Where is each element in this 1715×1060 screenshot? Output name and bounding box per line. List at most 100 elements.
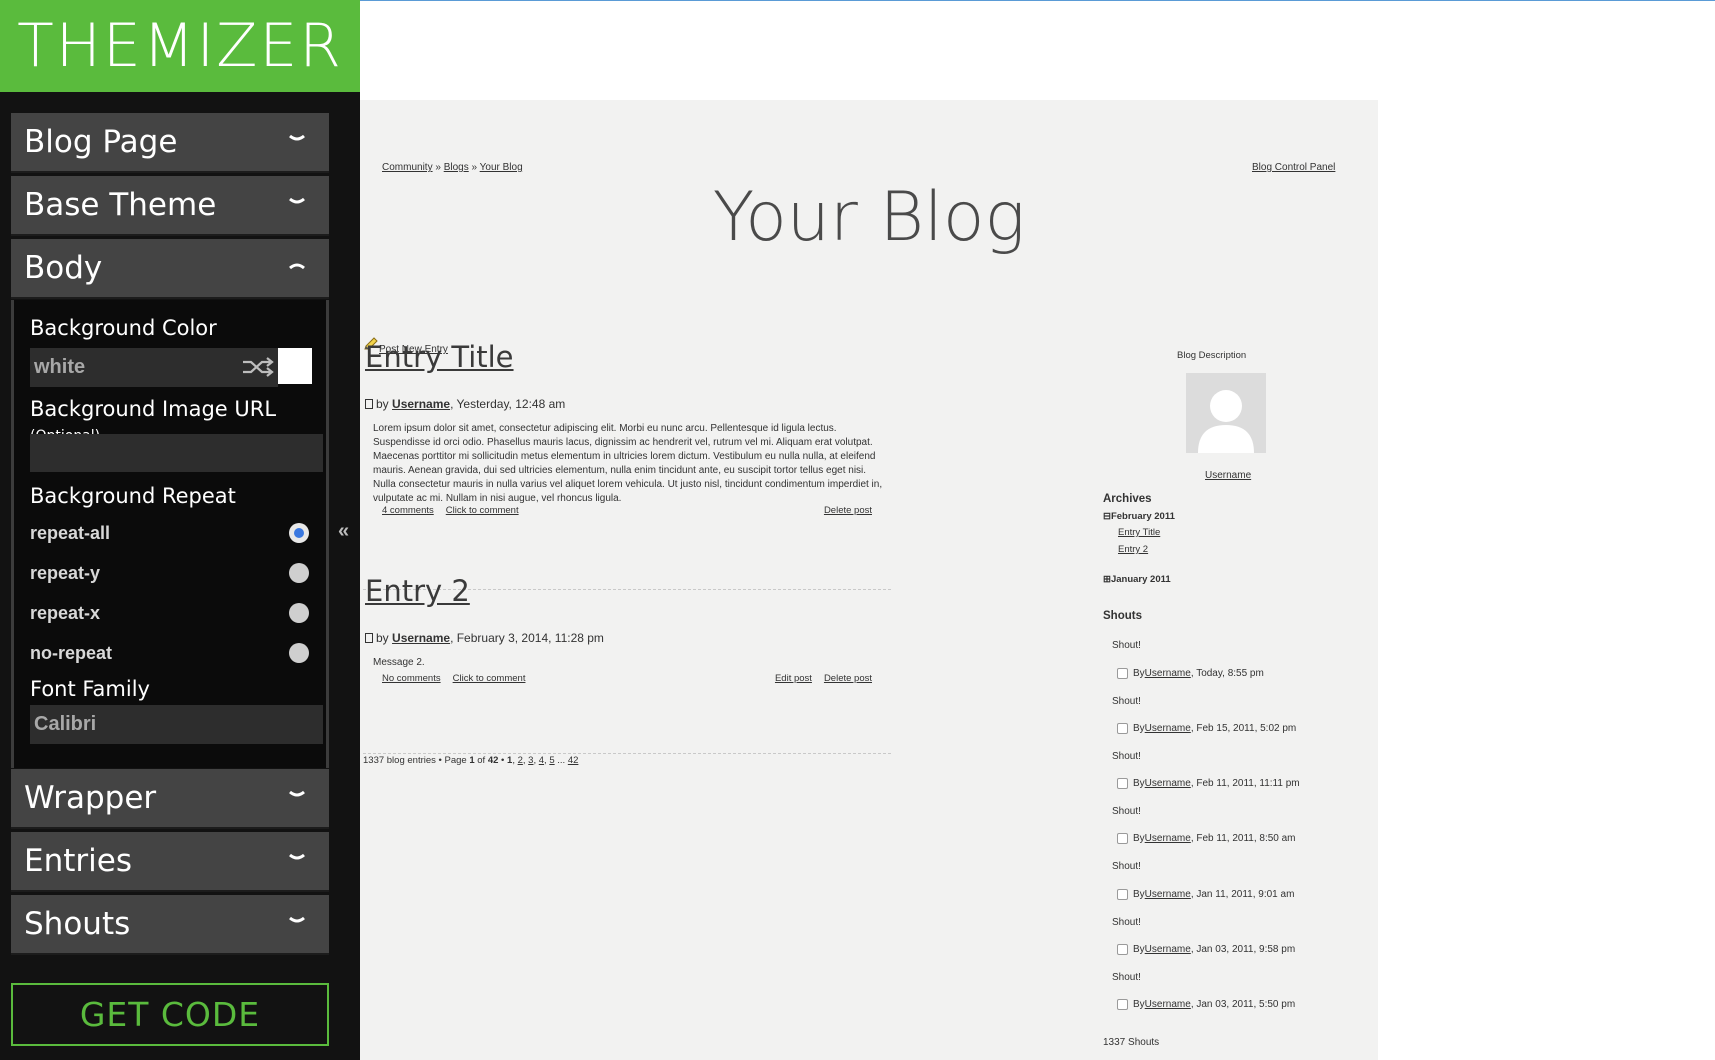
breadcrumb-blogs[interactable]: Blogs xyxy=(444,162,469,173)
shout-meta: By Username, Feb 15, 2011, 5:02 pm xyxy=(1117,723,1296,734)
pager-of: of xyxy=(474,755,488,766)
archives-heading: Archives xyxy=(1103,493,1152,505)
shout-date: , Today, 8:55 pm xyxy=(1190,668,1264,679)
section-shouts[interactable]: Shouts xyxy=(11,895,329,955)
shout-text: Shout! xyxy=(1112,806,1141,817)
shouts-heading: Shouts xyxy=(1103,610,1142,622)
shuffle-icon[interactable] xyxy=(242,357,274,383)
radio-label: repeat-all xyxy=(30,522,111,543)
author-link[interactable]: Username xyxy=(392,397,450,411)
radio-button-selected[interactable] xyxy=(289,523,309,543)
section-label: Wrapper xyxy=(24,780,157,816)
radio-button[interactable] xyxy=(289,643,309,663)
shout-checkbox[interactable] xyxy=(1117,999,1128,1010)
shout-user-link[interactable]: Username xyxy=(1145,944,1191,955)
edit-post-link[interactable]: Edit post xyxy=(775,673,812,684)
section-label: Shouts xyxy=(24,906,131,942)
archive-group-label: January 2011 xyxy=(1110,574,1171,585)
chevron-down-icon xyxy=(287,192,307,212)
shout-date: , Feb 11, 2011, 8:50 am xyxy=(1190,833,1296,844)
background-color-value: white xyxy=(34,356,86,378)
expand-icon[interactable]: ⊞ xyxy=(1103,574,1111,585)
entry-divider xyxy=(363,753,891,754)
repeat-option-no-repeat[interactable]: no-repeat xyxy=(30,638,323,668)
breadcrumb-your-blog[interactable]: Your Blog xyxy=(480,162,523,173)
get-code-button[interactable]: GET CODE xyxy=(11,983,329,1046)
shout-user-link[interactable]: Username xyxy=(1145,668,1191,679)
background-image-url-input[interactable] xyxy=(30,434,323,472)
shout-count: 1337 Shouts xyxy=(1103,1037,1160,1048)
breadcrumb-separator: » xyxy=(432,162,444,173)
background-color-input[interactable]: white xyxy=(30,348,278,387)
shout-checkbox[interactable] xyxy=(1117,778,1128,789)
shout-by: By xyxy=(1133,668,1145,679)
body-settings-panel: Background Color white Background Image … xyxy=(11,300,329,768)
section-blog-page[interactable]: Blog Page xyxy=(11,113,329,173)
entry-body: Message 2. xyxy=(373,657,425,668)
shout-user-link[interactable]: Username xyxy=(1145,999,1191,1010)
repeat-option-repeat-all[interactable]: repeat-all xyxy=(30,518,323,548)
background-color-swatch[interactable] xyxy=(278,348,312,384)
repeat-option-repeat-x[interactable]: repeat-x xyxy=(30,598,323,628)
chevron-down-icon xyxy=(287,785,307,805)
themizer-panel: THEMIZER Blog Page Base Theme Body Backg… xyxy=(0,0,360,1060)
radio-label: repeat-x xyxy=(30,602,101,623)
section-label: Body xyxy=(24,250,103,286)
entry-title-link[interactable]: Entry Title xyxy=(365,340,514,374)
click-to-comment-link[interactable]: Click to comment xyxy=(453,673,526,684)
page-link-last[interactable]: 42 xyxy=(568,755,579,766)
shout-checkbox[interactable] xyxy=(1117,723,1128,734)
background-image-label-text: Background Image URL xyxy=(30,397,277,421)
page-link[interactable]: 4 xyxy=(539,755,544,766)
chevron-down-icon xyxy=(287,848,307,868)
shout-meta: By Username, Feb 11, 2011, 11:11 pm xyxy=(1117,778,1300,789)
shout-user-link[interactable]: Username xyxy=(1145,833,1191,844)
section-label: Entries xyxy=(24,843,132,879)
shout-checkbox[interactable] xyxy=(1117,668,1128,679)
shout-user-link[interactable]: Username xyxy=(1145,889,1191,900)
pager-separator: • xyxy=(498,755,508,766)
radio-button[interactable] xyxy=(289,603,309,623)
section-entries[interactable]: Entries xyxy=(11,832,329,892)
chevron-up-icon xyxy=(287,255,307,275)
shout-checkbox[interactable] xyxy=(1117,944,1128,955)
shout-meta: By Username, Jan 11, 2011, 9:01 am xyxy=(1117,889,1294,900)
page-link[interactable]: 3 xyxy=(528,755,533,766)
shout-user-link[interactable]: Username xyxy=(1145,723,1191,734)
page-link[interactable]: 2 xyxy=(518,755,523,766)
entry-date: , Yesterday, 12:48 am xyxy=(450,397,566,411)
shout-user-link[interactable]: Username xyxy=(1145,778,1191,789)
section-label: Base Theme xyxy=(24,187,217,223)
collapse-panel-button[interactable]: « xyxy=(338,520,349,543)
breadcrumb-community[interactable]: Community xyxy=(382,162,433,173)
shout-checkbox[interactable] xyxy=(1117,833,1128,844)
comments-link[interactable]: No comments xyxy=(382,673,441,684)
blog-description: Blog Description xyxy=(1177,350,1247,361)
click-to-comment-link[interactable]: Click to comment xyxy=(446,505,519,516)
radio-button[interactable] xyxy=(289,563,309,583)
font-family-input[interactable]: Calibri xyxy=(30,705,323,744)
delete-post-link[interactable]: Delete post xyxy=(824,673,872,684)
sidebar-username-link[interactable]: Username xyxy=(1205,470,1251,481)
archive-entry-link[interactable]: Entry Title xyxy=(1118,527,1160,538)
repeat-option-repeat-y[interactable]: repeat-y xyxy=(30,558,323,588)
delete-post-link[interactable]: Delete post xyxy=(824,505,872,516)
author-link[interactable]: Username xyxy=(392,631,450,645)
archive-group-jan-2011[interactable]: ⊞January 2011 xyxy=(1103,574,1171,585)
comments-link[interactable]: 4 comments xyxy=(382,505,434,516)
collapse-icon[interactable]: ⊟ xyxy=(1103,511,1111,522)
shout-date: , Jan 03, 2011, 5:50 pm xyxy=(1190,999,1296,1010)
section-body[interactable]: Body xyxy=(11,239,329,299)
shout-text: Shout! xyxy=(1112,751,1141,762)
section-base-theme[interactable]: Base Theme xyxy=(11,176,329,236)
background-color-label: Background Color xyxy=(30,316,217,340)
shout-checkbox[interactable] xyxy=(1117,889,1128,900)
shout-meta: By Username, Today, 8:55 pm xyxy=(1117,668,1264,679)
section-wrapper[interactable]: Wrapper xyxy=(11,769,329,829)
archive-group-feb-2011[interactable]: ⊟February 2011 xyxy=(1103,511,1175,522)
archive-entry-link[interactable]: Entry 2 xyxy=(1118,544,1148,555)
entry-title-link[interactable]: Entry 2 xyxy=(365,574,470,608)
breadcrumb-separator: » xyxy=(468,162,480,173)
